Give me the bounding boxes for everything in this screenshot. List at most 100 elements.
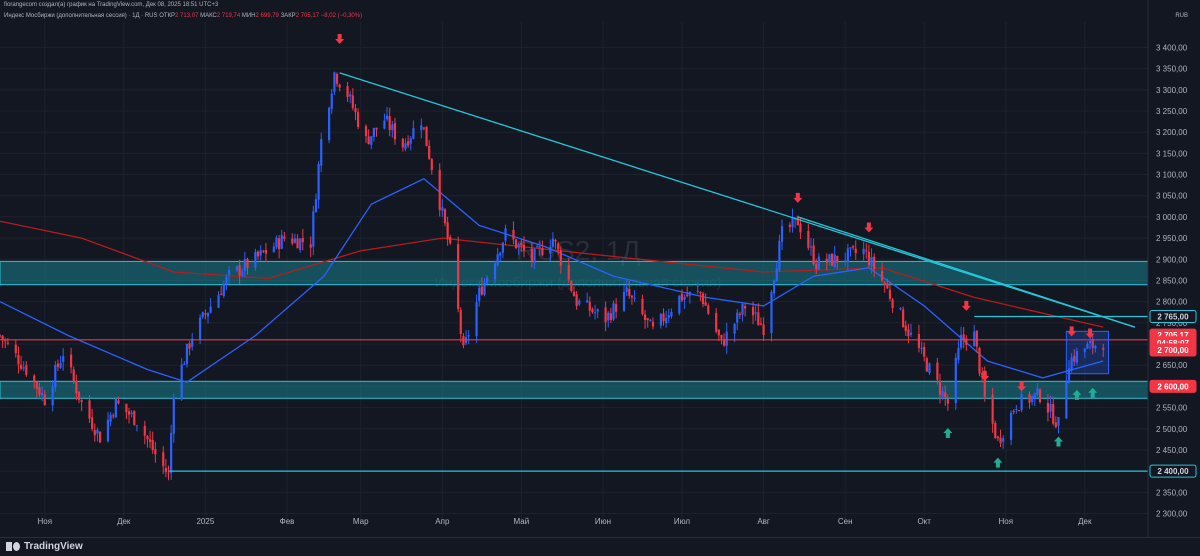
candle-down bbox=[788, 224, 792, 227]
candle-down bbox=[557, 243, 560, 250]
symbol-legend[interactable]: Индекс Мосбиржи (дополнительная сессия) … bbox=[4, 11, 362, 21]
price-axis[interactable]: 2 300,00 2 350,00 2 400,00 2 450,00 2 500,00… bbox=[1147, 0, 1197, 537]
candle-up bbox=[383, 120, 386, 129]
time-tick-label: Мар bbox=[353, 517, 369, 526]
candle-down bbox=[309, 244, 312, 248]
candle-up bbox=[770, 292, 773, 334]
candle-down bbox=[364, 126, 368, 137]
candle-down bbox=[854, 248, 857, 254]
time-tick-label: 2025 bbox=[196, 517, 214, 526]
candle-down bbox=[886, 284, 889, 289]
candle-up bbox=[475, 302, 478, 337]
down-arrow-icon bbox=[980, 370, 990, 381]
candle-down bbox=[996, 436, 1000, 439]
candle-up bbox=[201, 312, 204, 318]
down-arrow-icon bbox=[864, 222, 874, 233]
candle-up bbox=[536, 246, 539, 248]
candle-up bbox=[1049, 403, 1052, 412]
candle-down bbox=[762, 324, 765, 336]
candle-up bbox=[478, 287, 481, 302]
candle-down bbox=[462, 336, 465, 346]
price-label: 2 765,00 bbox=[1157, 312, 1189, 321]
candle-up bbox=[280, 234, 283, 249]
candle-up bbox=[920, 347, 923, 349]
candle-up bbox=[973, 331, 976, 347]
candle-up bbox=[254, 251, 257, 268]
candle-up bbox=[206, 312, 210, 317]
low-value: 2 699,79 bbox=[255, 13, 279, 19]
time-tick-label: Ноя bbox=[37, 517, 52, 526]
candle-up bbox=[725, 331, 728, 346]
low-label: МИН bbox=[241, 13, 256, 19]
price-label: 2 400,00 bbox=[1157, 467, 1189, 476]
time-tick-label: Окт bbox=[917, 517, 931, 526]
candle-up bbox=[817, 256, 820, 270]
candle-up bbox=[370, 136, 373, 145]
candle-down bbox=[830, 253, 834, 266]
price-chart[interactable]: RUS2, 1Д Индекс Мосбиржи (дополнительная… bbox=[0, 0, 1200, 555]
candle-down bbox=[164, 467, 167, 473]
candle-up bbox=[243, 259, 246, 271]
candle-down bbox=[588, 301, 591, 311]
price-tick-label: 3 050,00 bbox=[1156, 192, 1188, 201]
candle-down bbox=[407, 141, 410, 146]
price-tick-label: 2 450,00 bbox=[1156, 446, 1188, 455]
candle-down bbox=[17, 355, 20, 365]
candle-down bbox=[80, 400, 83, 402]
candle-up bbox=[578, 300, 581, 305]
time-axis[interactable]: Ноя Дек 2025 Фев Мар Апр Май Июн Июл Авг Сен Окт Ноя… bbox=[37, 517, 1092, 526]
price-tick-label: 2 800,00 bbox=[1156, 298, 1188, 307]
candle-down bbox=[449, 236, 452, 244]
attribution-text: fiorangecom создал(а) график на TradingV… bbox=[4, 2, 219, 8]
candle-down bbox=[575, 294, 578, 307]
candle-up bbox=[486, 277, 489, 283]
candle-up bbox=[441, 207, 444, 211]
candle-up bbox=[209, 306, 212, 313]
candle-down bbox=[604, 307, 607, 323]
candle-down bbox=[33, 375, 36, 382]
candle-down bbox=[1017, 410, 1021, 412]
price-tick-label: 2 650,00 bbox=[1156, 361, 1188, 370]
candle-down bbox=[425, 126, 428, 147]
time-tick-label: Июн bbox=[595, 517, 611, 526]
candle-up bbox=[293, 238, 296, 243]
candle-up bbox=[54, 365, 57, 388]
candle-down bbox=[883, 282, 886, 285]
candle-down bbox=[296, 238, 299, 249]
candle-down bbox=[301, 237, 304, 243]
candle-up bbox=[1065, 382, 1068, 419]
candle-down bbox=[680, 293, 684, 301]
candle-up bbox=[385, 115, 389, 120]
candle-up bbox=[62, 356, 65, 362]
candle-down bbox=[220, 293, 223, 295]
candle-down bbox=[0, 335, 2, 337]
candle-down bbox=[6, 342, 9, 344]
candle-up bbox=[51, 386, 54, 406]
candle-down bbox=[991, 394, 994, 424]
candle-up bbox=[596, 309, 599, 312]
price-tick-label: 3 300,00 bbox=[1156, 86, 1188, 95]
candle-up bbox=[330, 93, 333, 109]
candle-down bbox=[1038, 389, 1042, 403]
candle-down bbox=[112, 415, 115, 417]
tradingview-logo[interactable]: TradingView bbox=[6, 541, 83, 552]
currency-label[interactable]: RUB bbox=[1175, 13, 1188, 19]
candle-down bbox=[999, 437, 1002, 444]
candle-down bbox=[167, 472, 170, 474]
candle-down bbox=[264, 249, 268, 254]
candle-down bbox=[291, 238, 294, 244]
price-tick-label: 3 150,00 bbox=[1156, 149, 1188, 158]
candle-down bbox=[335, 73, 339, 84]
candle-down bbox=[646, 318, 649, 320]
candle-up bbox=[109, 414, 112, 422]
candle-down bbox=[88, 400, 91, 419]
candle-down bbox=[91, 417, 94, 429]
candle-up bbox=[483, 281, 486, 295]
candle-up bbox=[135, 425, 139, 427]
candle-up bbox=[754, 312, 757, 314]
candle-down bbox=[902, 309, 905, 328]
candle-up bbox=[320, 139, 323, 166]
candle-down bbox=[204, 313, 207, 315]
candle-down bbox=[936, 362, 939, 380]
candle-down bbox=[98, 431, 102, 443]
